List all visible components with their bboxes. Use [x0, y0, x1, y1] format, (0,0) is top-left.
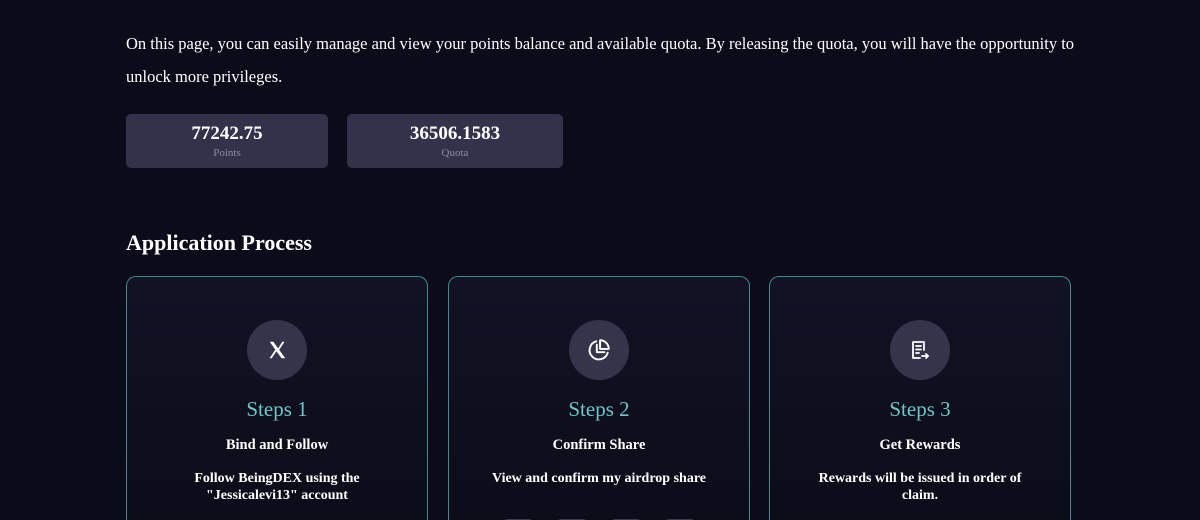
x-logo-icon[interactable]	[247, 320, 307, 380]
page: On this page, you can easily manage and …	[0, 0, 1200, 520]
step-title: Bind and Follow	[225, 437, 329, 453]
step-description: Rewards will be issued in order of claim…	[818, 471, 1022, 503]
step-description: View and confirm my airdrop share	[491, 471, 706, 486]
step-title: Get Rewards	[879, 437, 961, 453]
step-number: Steps 2	[568, 397, 630, 421]
intro-text: On this page, you can easily manage and …	[126, 34, 1075, 86]
receipt-icon[interactable]	[890, 320, 950, 380]
step-number: Steps 3	[889, 397, 951, 421]
quota-label: Quota	[441, 147, 469, 159]
step-card-3: Steps 3 Get Rewards Rewards will be issu…	[769, 276, 1071, 520]
quota-card: 36506.1583 Quota	[347, 114, 563, 168]
page-heading-cropped	[126, 0, 135, 16]
quota-value: 36506.1583	[409, 123, 501, 144]
points-label: Points	[213, 147, 241, 159]
points-value: 77242.75	[191, 123, 263, 144]
section-title: Application Process	[126, 230, 312, 255]
step-title: Confirm Share	[552, 437, 646, 453]
step-number: Steps 1	[246, 397, 308, 421]
pie-chart-icon[interactable]	[569, 320, 629, 380]
points-card: 77242.75 Points	[126, 114, 328, 168]
step-description: Follow BeingDEX using the "Jessicalevi13…	[194, 471, 360, 503]
step-card-1: Steps 1 Bind and Follow Follow BeingDEX …	[126, 276, 428, 520]
step-card-2: Steps 2 Confirm Share View and confirm m…	[448, 276, 750, 520]
